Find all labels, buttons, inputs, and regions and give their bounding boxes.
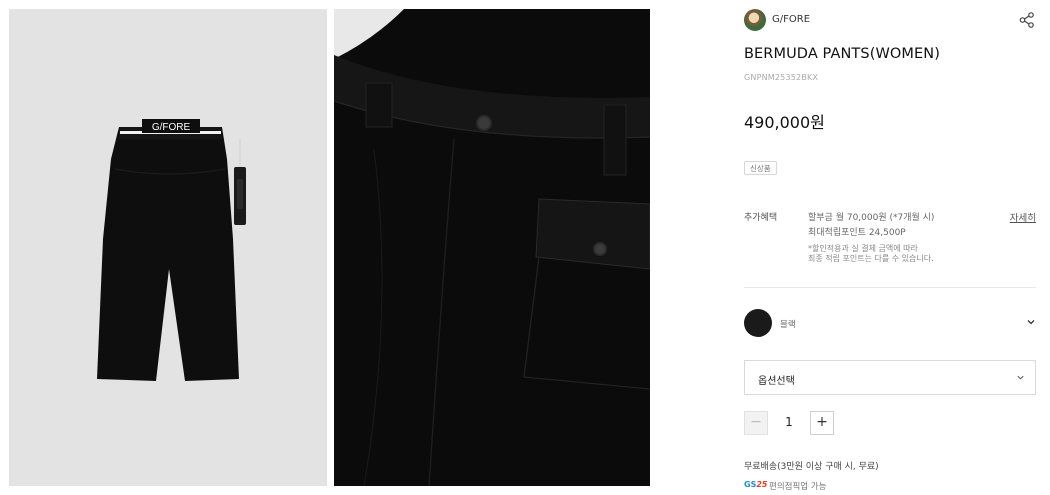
quantity-decrease-button[interactable]: − <box>744 411 768 435</box>
product-image-detail[interactable] <box>334 9 650 486</box>
product-price: 490,000원 <box>744 113 825 132</box>
brand-logo[interactable] <box>744 9 766 31</box>
divider <box>744 287 1036 288</box>
shipping-info: 무료배송(3만원 이상 구매 시, 무료) <box>744 462 879 472</box>
share-icon <box>1019 12 1034 28</box>
product-info-panel: G/FORE BERMUDA PANTS(WOMEN) GNPNM25352BK… <box>744 0 1036 495</box>
gs25-logo-25: 25 <box>756 480 768 489</box>
installment-text: 할부금 월 70,000원 (*7개월 시) <box>808 213 935 223</box>
brand-name[interactable]: G/FORE <box>772 14 810 25</box>
benefits-detail-link[interactable]: 자세히 <box>1010 210 1036 224</box>
option-select-label: 옵션선택 <box>758 376 795 387</box>
chevron-down-icon[interactable] <box>1026 317 1036 327</box>
product-gallery: G/FORE <box>0 0 660 495</box>
color-swatch[interactable] <box>744 309 772 337</box>
gs25-logo-gs: GS <box>744 480 757 489</box>
quantity-value[interactable]: 1 <box>768 411 810 435</box>
product-title: BERMUDA PANTS(WOMEN) <box>744 46 940 62</box>
color-name: 블랙 <box>780 320 796 330</box>
color-selector[interactable]: 블랙 <box>744 309 1036 339</box>
product-image-front[interactable]: G/FORE <box>9 9 327 486</box>
shorts-illustration: G/FORE <box>9 9 327 486</box>
pickup-text: 편의점픽업 가능 <box>769 482 827 492</box>
product-code: GNPNM25352BKX <box>744 73 819 82</box>
gs25-logo: GS25 <box>744 480 767 489</box>
chevron-down-icon <box>1017 375 1024 380</box>
brand-row: G/FORE <box>744 9 1036 31</box>
share-button[interactable] <box>1018 11 1036 29</box>
waistband-brand-text: G/FORE <box>152 122 191 133</box>
new-product-badge: 신상품 <box>744 161 777 175</box>
option-select[interactable]: 옵션선택 <box>744 360 1036 395</box>
benefits-label: 추가혜택 <box>744 213 778 223</box>
points-note-line2: 최종 적립 포인트는 다를 수 있습니다. <box>808 254 934 263</box>
quantity-increase-button[interactable]: + <box>810 411 834 435</box>
quantity-stepper: − 1 + <box>744 411 836 435</box>
fabric-detail-illustration <box>334 9 650 486</box>
max-points-text: 최대적립포인트 24,500P <box>808 228 906 238</box>
